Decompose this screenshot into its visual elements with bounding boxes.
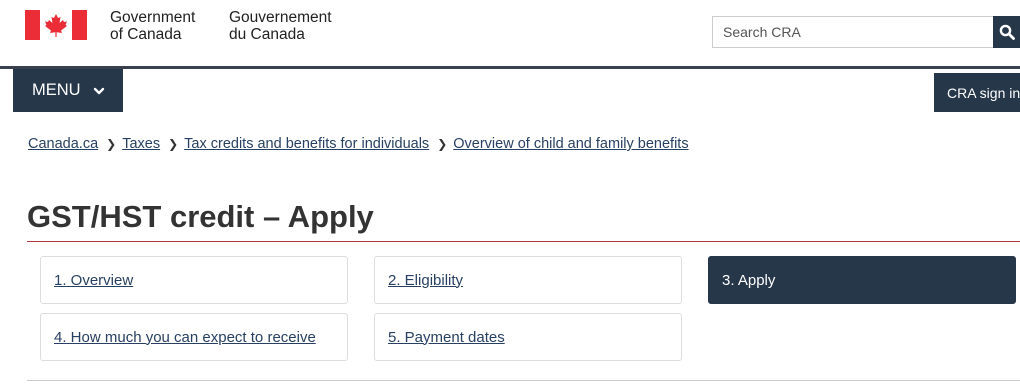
government-signature-en[interactable]: Government of Canada [110, 9, 195, 43]
step-link-overview[interactable]: 1. Overview [40, 256, 348, 304]
cra-sign-in-button[interactable]: CRA sign in [934, 73, 1020, 112]
government-signature-fr[interactable]: Gouvernement du Canada [229, 9, 332, 43]
chevron-down-icon [93, 87, 104, 94]
breadcrumb-link-canada[interactable]: Canada.ca [28, 136, 98, 152]
menu-button[interactable]: MENU [13, 69, 123, 112]
breadcrumb: Canada.ca ❯ Taxes ❯ Tax credits and bene… [28, 135, 689, 153]
menu-label: MENU [32, 81, 81, 99]
step-link-eligibility[interactable]: 2. Eligibility [374, 256, 682, 304]
step-link-payment-dates[interactable]: 5. Payment dates [374, 313, 682, 361]
section-divider [27, 380, 1020, 381]
breadcrumb-chevron-icon: ❯ [168, 137, 179, 151]
breadcrumb-chevron-icon: ❯ [106, 137, 117, 151]
signature-line: of Canada [110, 26, 182, 43]
breadcrumb-link-family-benefits[interactable]: Overview of child and family benefits [453, 136, 688, 152]
search-icon [999, 24, 1015, 40]
header-divider [0, 66, 1020, 69]
signature-line: Gouvernement [229, 9, 332, 26]
title-underline [27, 241, 1020, 242]
search-button[interactable] [993, 16, 1020, 48]
search-input[interactable] [712, 16, 994, 48]
step-current-apply: 3. Apply [708, 256, 1016, 304]
page-title: GST/HST credit – Apply [27, 199, 374, 234]
signature-line: du Canada [229, 26, 305, 43]
step-link-how-much[interactable]: 4. How much you can expect to receive [40, 313, 348, 361]
breadcrumb-link-taxes[interactable]: Taxes [122, 136, 160, 152]
canada-flag-icon[interactable] [25, 10, 87, 40]
signature-line: Government [110, 9, 196, 26]
breadcrumb-link-tax-credits[interactable]: Tax credits and benefits for individuals [184, 136, 429, 152]
sign-in-label: CRA sign in [947, 84, 1020, 101]
breadcrumb-chevron-icon: ❯ [437, 137, 448, 151]
site-header: Government of Canada Gouvernement du Can… [0, 0, 1020, 66]
